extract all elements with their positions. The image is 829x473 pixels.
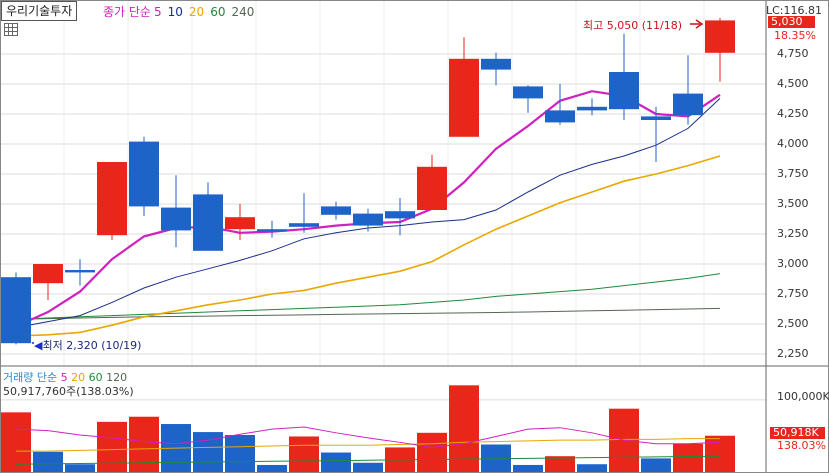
candle-body: [385, 211, 415, 219]
candle-body: [193, 194, 223, 251]
volume-bar: [257, 464, 287, 473]
stock-chart[interactable]: [0, 0, 829, 473]
ma-period-20: 20: [188, 5, 205, 19]
candle-body: [65, 270, 95, 273]
price-tick-label: 4,750: [777, 47, 809, 60]
volume-bar: [353, 462, 383, 473]
candle-body: [673, 93, 703, 116]
price-tick-label: 4,500: [777, 77, 809, 90]
ma-period-240: 240: [231, 5, 255, 19]
candle-body: [1, 277, 31, 344]
volume-bar: [545, 456, 575, 473]
price-ma-legend: 종가 단순 5 10 20 60 240: [103, 3, 260, 20]
current-price-pct: 18.35%: [774, 29, 816, 42]
volume-bar: [641, 458, 671, 473]
stock-name: 우리기술투자: [6, 4, 73, 18]
volume-bar: [417, 432, 447, 473]
current-volume-pct: 138.03%: [777, 439, 826, 452]
candle-body: [513, 86, 543, 99]
volume-bar: [513, 464, 543, 473]
table-view-icon[interactable]: [4, 23, 18, 36]
candle-body: [545, 110, 575, 123]
candle-body: [705, 20, 735, 53]
volume-bar: [673, 443, 703, 473]
price-tick-label: 3,000: [777, 257, 809, 270]
high-annotation: 최고 5,050 (11/18): [583, 19, 683, 32]
price-tick-label: 2,500: [777, 317, 809, 330]
candle-body: [289, 223, 319, 227]
current-price-badge: 5,030: [768, 16, 815, 28]
volume-bar: [705, 435, 735, 473]
candle-body: [609, 72, 639, 110]
price-tick-label: 3,500: [777, 197, 809, 210]
current-volume-badge: 50,918K: [770, 427, 825, 439]
ma60-line: [15, 273, 721, 320]
price-tick-label: 4,000: [777, 137, 809, 150]
candle-body: [481, 58, 511, 70]
candle-body: [353, 213, 383, 226]
volume-bar: [321, 452, 351, 473]
low-annotation: ◀최저 2,320 (10/19): [34, 337, 141, 353]
price-ma-title: 종가 단순: [103, 5, 151, 19]
chart-frame: [0, 0, 829, 473]
candle-body: [129, 141, 159, 207]
candle-body: [641, 116, 671, 120]
price-tick-label: 3,750: [777, 167, 809, 180]
volume-readout: 50,917,760주(138.03%): [3, 385, 134, 398]
price-tick-label: 2,750: [777, 287, 809, 300]
volume-bar: [225, 435, 255, 473]
candle-body: [33, 264, 63, 284]
low-annotation-text: 최저 2,320 (10/19): [42, 339, 142, 352]
candle-body: [449, 58, 479, 137]
volume-bar: [577, 464, 607, 473]
volume-bar: [97, 421, 127, 473]
candle-body: [257, 229, 287, 232]
volume-bar: [33, 451, 63, 473]
volume-axis-tick: 100,000K: [777, 390, 829, 403]
candle-body: [225, 217, 255, 230]
volume-bar: [129, 416, 159, 473]
candle-body: [161, 207, 191, 231]
ma-period-60: 60: [210, 5, 226, 19]
volume-bar: [289, 436, 319, 473]
high-arrow: [690, 19, 704, 29]
ma240-line: [15, 307, 721, 320]
volume-bar: [65, 464, 95, 473]
candle-body: [577, 106, 607, 111]
candle-body: [417, 166, 447, 210]
stock-name-box[interactable]: 우리기술투자: [1, 1, 78, 21]
price-tick-label: 2,250: [777, 347, 809, 360]
ma-period-5: 5: [153, 5, 162, 19]
price-tick-label: 3,250: [777, 227, 809, 240]
volume-bar: [449, 385, 479, 473]
candle-body: [321, 206, 351, 215]
price-tick-label: 4,250: [777, 107, 809, 120]
ma-period-10: 10: [167, 5, 183, 19]
candle-body: [97, 162, 127, 236]
